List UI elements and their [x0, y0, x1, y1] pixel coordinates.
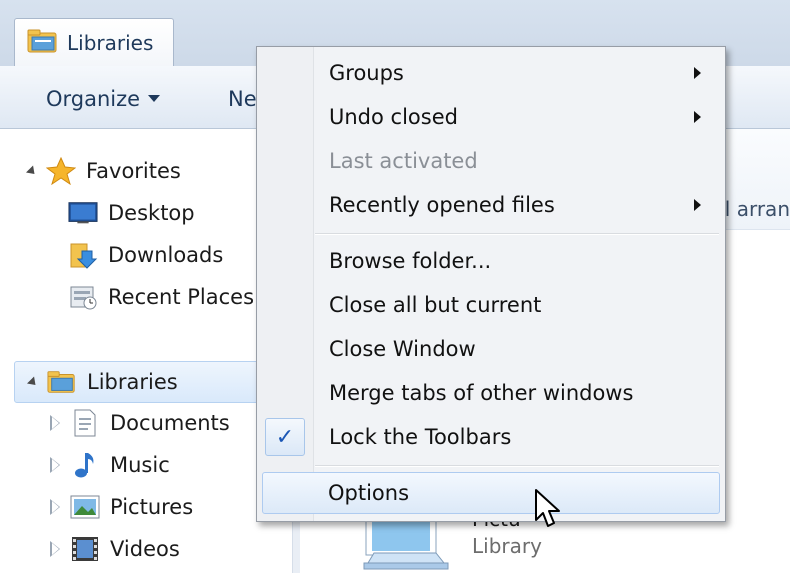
menu-item-label: Browse folder...	[329, 249, 492, 273]
libraries-folder-icon	[47, 368, 77, 396]
collapse-icon[interactable]	[25, 375, 41, 389]
tab-context-menu: Groups Undo closed Last activated Recent…	[256, 46, 726, 522]
tab-label: Libraries	[67, 31, 154, 55]
film-icon	[70, 535, 100, 563]
desktop-icon	[68, 199, 98, 227]
library-item-type: Library	[472, 534, 542, 558]
menu-item-undo-closed[interactable]: Undo closed	[259, 96, 721, 138]
menu-item-label: Merge tabs of other windows	[329, 381, 634, 405]
menu-separator	[315, 233, 719, 235]
menu-item-close-all-but-current[interactable]: Close all but current	[259, 284, 721, 326]
expand-icon[interactable]	[48, 457, 64, 473]
menu-item-label: Last activated	[329, 149, 478, 173]
nav-item-documents[interactable]: Documents	[48, 403, 230, 443]
menu-item-label: Groups	[329, 61, 404, 85]
star-icon	[46, 157, 76, 185]
menu-item-merge-tabs[interactable]: Merge tabs of other windows	[259, 372, 721, 414]
explorer-window: Libraries Organize Ne Favorites Desktop …	[0, 0, 790, 573]
nav-item-videos[interactable]: Videos	[48, 529, 180, 569]
menu-item-label: Undo closed	[329, 105, 458, 129]
collapse-icon[interactable]	[24, 164, 40, 178]
submenu-arrow-icon	[694, 67, 701, 79]
menu-separator	[315, 465, 719, 467]
nav-item-music[interactable]: Music	[48, 445, 170, 485]
nav-label: Documents	[110, 411, 230, 435]
nav-item-libraries[interactable]: Libraries	[14, 361, 282, 403]
expand-icon[interactable]	[48, 541, 64, 557]
organize-label: Organize	[46, 87, 141, 111]
nav-label: Desktop	[108, 201, 195, 225]
menu-item-lock-toolbars[interactable]: ✓ Lock the Toolbars	[259, 416, 721, 458]
menu-item-last-activated: Last activated	[259, 140, 721, 182]
nav-item-recent-places[interactable]: Recent Places	[68, 277, 254, 317]
menu-item-label: Close Window	[329, 337, 476, 361]
expand-icon[interactable]	[48, 415, 64, 431]
nav-label: Recent Places	[108, 285, 255, 309]
menu-item-browse-folder[interactable]: Browse folder...	[259, 240, 721, 282]
documents-icon	[70, 409, 100, 437]
menu-item-recently-opened-files[interactable]: Recently opened files	[259, 184, 721, 226]
chevron-down-icon	[148, 94, 161, 102]
nav-item-downloads[interactable]: Downloads	[68, 235, 223, 275]
menu-item-label: Close all but current	[329, 293, 542, 317]
checkmark-icon: ✓	[265, 418, 305, 456]
nav-label: Downloads	[108, 243, 224, 267]
menu-item-label: Lock the Toolbars	[329, 425, 512, 449]
navigation-pane: Favorites Desktop Downloads Recent Place…	[0, 129, 293, 573]
arrange-by-label[interactable]: l arran	[725, 197, 790, 221]
menu-item-groups[interactable]: Groups	[259, 52, 721, 94]
nav-label: Libraries	[87, 370, 178, 394]
recent-places-icon	[68, 283, 98, 311]
libraries-folder-icon	[27, 28, 59, 58]
menu-item-options[interactable]: Options	[262, 472, 720, 514]
new-label: Ne	[228, 87, 257, 111]
nav-item-pictures[interactable]: Pictures	[48, 487, 193, 527]
nav-label: Pictures	[110, 495, 194, 519]
new-folder-button[interactable]: Ne	[228, 66, 257, 128]
nav-item-favorites[interactable]: Favorites	[24, 151, 181, 191]
expand-icon[interactable]	[48, 499, 64, 515]
menu-item-close-window[interactable]: Close Window	[259, 328, 721, 370]
organize-button[interactable]: Organize	[46, 66, 161, 128]
music-note-icon	[70, 451, 100, 479]
tab-libraries[interactable]: Libraries	[14, 18, 174, 67]
nav-item-desktop[interactable]: Desktop	[68, 193, 195, 233]
submenu-arrow-icon	[694, 111, 701, 123]
nav-label: Favorites	[86, 159, 181, 183]
menu-item-label: Options	[328, 481, 410, 505]
pictures-icon	[70, 493, 100, 521]
submenu-arrow-icon	[694, 199, 701, 211]
nav-label: Music	[110, 453, 170, 477]
nav-label: Videos	[110, 537, 180, 561]
downloads-folder-icon	[68, 241, 98, 269]
menu-item-label: Recently opened files	[329, 193, 555, 217]
mouse-pointer-icon	[534, 488, 562, 534]
